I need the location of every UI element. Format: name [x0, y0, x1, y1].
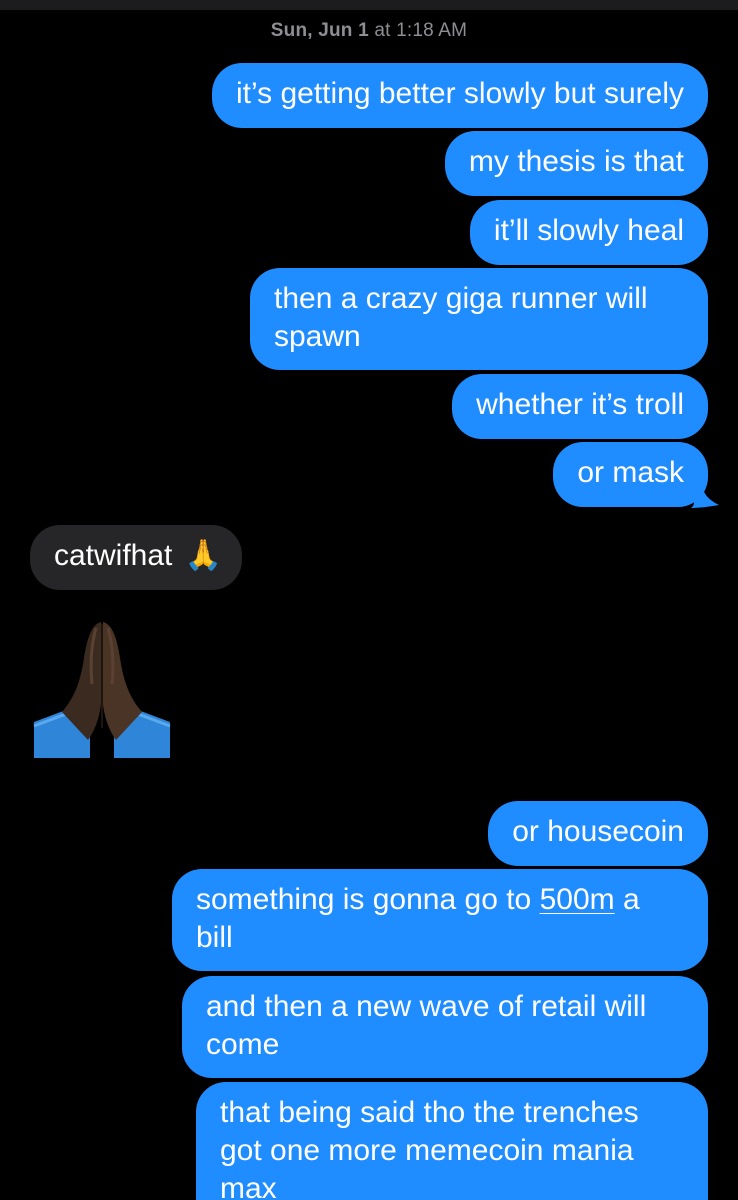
message-bubble-outgoing[interactable]: whether it’s troll	[452, 374, 708, 439]
message-text: catwifhat	[54, 539, 173, 572]
timestamp-time: at 1:18 AM	[368, 20, 468, 41]
message-bubble-outgoing[interactable]: then a crazy giga runner will spawn	[250, 268, 708, 370]
bubble-tail-icon	[691, 486, 719, 508]
message-bubble-outgoing[interactable]: or mask	[553, 442, 708, 507]
message-bubble-outgoing[interactable]: my thesis is that	[444, 131, 708, 196]
message-bubble-incoming[interactable]: catwifhat 🙏	[30, 525, 243, 590]
message-text: that being said tho the trenches got one…	[220, 1096, 639, 1200]
message-text: it’s getting better slowly but surely	[236, 77, 684, 110]
messages-screen: Sun, Jun 1 at 1:18 AM it’s getting bette…	[0, 0, 738, 1200]
message-bubble-outgoing[interactable]: it’ll slowly heal	[469, 200, 708, 265]
message-bubble-outgoing[interactable]: that being said tho the trenches got one…	[196, 1082, 708, 1200]
message-text: or mask	[577, 456, 684, 489]
message-bubble-outgoing[interactable]: or housecoin	[488, 801, 708, 866]
message-text: it’ll slowly heal	[493, 214, 684, 247]
praying-hands-emoji: 🙏	[184, 539, 223, 572]
message-text-part: something is gonna go to	[196, 883, 540, 916]
praying-hands-icon[interactable]	[32, 618, 172, 758]
message-text: then a crazy giga runner will spawn	[274, 282, 648, 353]
message-text: whether it’s troll	[476, 388, 684, 421]
message-timestamp: Sun, Jun 1 at 1:18 AM	[0, 20, 738, 42]
top-bar	[0, 0, 738, 10]
message-bubble-outgoing[interactable]: something is gonna go to 500m a bill	[172, 869, 708, 971]
message-bubble-outgoing[interactable]: it’s getting better slowly but surely	[212, 63, 708, 128]
amount-link[interactable]: 500m	[540, 883, 615, 916]
timestamp-day: Sun, Jun 1	[270, 20, 369, 41]
message-text: or housecoin	[512, 815, 684, 848]
message-bubble-outgoing[interactable]: and then a new wave of retail will come	[182, 976, 708, 1078]
message-text: my thesis is that	[468, 145, 684, 178]
message-text: and then a new wave of retail will come	[206, 990, 647, 1061]
